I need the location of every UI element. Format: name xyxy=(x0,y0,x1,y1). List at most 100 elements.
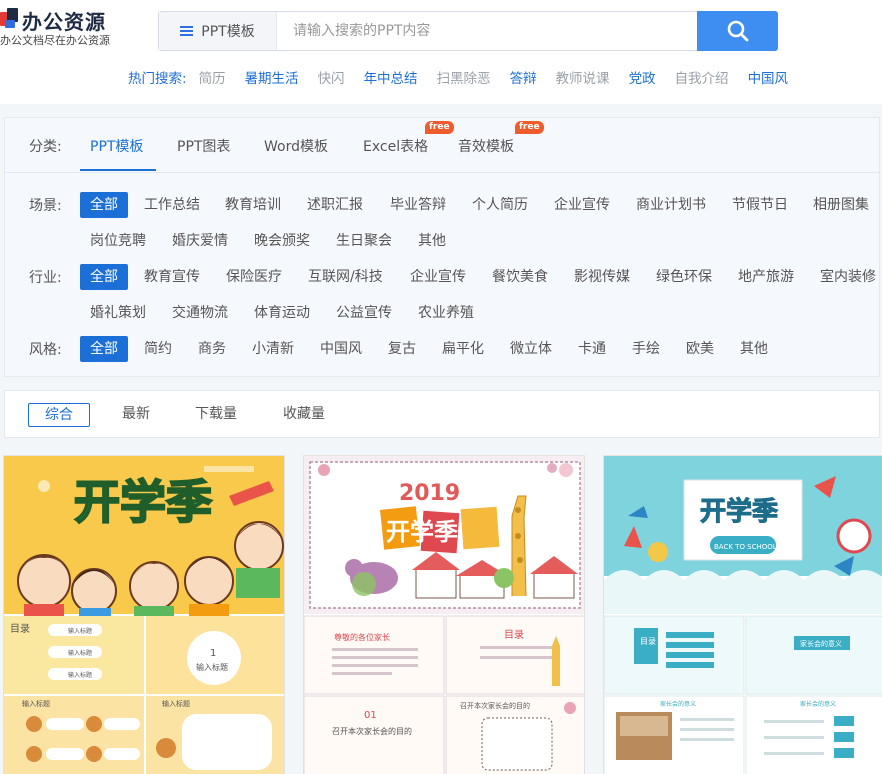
hot-search-link[interactable]: 扫黑除恶 xyxy=(437,67,491,87)
scene-chip[interactable]: 节假节日 xyxy=(732,192,788,218)
scene-chip[interactable]: 其他 xyxy=(418,228,446,254)
scene-chip[interactable]: 岗位竞聘 xyxy=(90,228,146,254)
hot-search-link[interactable]: 自我介绍 xyxy=(675,67,729,87)
industry-chip[interactable]: 婚礼策划 xyxy=(90,300,146,326)
tab-sound-template[interactable]: 音效模板 xyxy=(458,136,514,156)
industry-chip[interactable]: 影视传媒 xyxy=(574,264,630,290)
slide-section: 输入标题 xyxy=(22,699,50,708)
hot-search-link[interactable]: 教师说课 xyxy=(556,67,610,87)
slide-meaning: 家长会的意义 xyxy=(660,700,696,708)
tab-excel-table[interactable]: Excel表格 xyxy=(363,136,428,156)
style-chip[interactable]: 简约 xyxy=(144,336,172,362)
scene-chip[interactable]: 晚会颁奖 xyxy=(254,228,310,254)
search-button[interactable] xyxy=(697,11,778,51)
active-tab-underline xyxy=(80,169,156,171)
scene-chip-all[interactable]: 全部 xyxy=(80,192,128,218)
logo-mark-icon xyxy=(0,8,18,30)
industry-chip[interactable]: 互联网/科技 xyxy=(308,264,383,290)
free-badge: free xyxy=(515,121,544,134)
hot-search-link[interactable]: 答辩 xyxy=(510,67,537,87)
style-chip[interactable]: 其他 xyxy=(740,336,768,362)
tab-ppt-template[interactable]: PPT模板 xyxy=(90,136,143,156)
search-type-label: PPT模板 xyxy=(201,24,255,40)
style-chip[interactable]: 商务 xyxy=(198,336,226,362)
slide-toc-item: 输入标题 xyxy=(68,649,92,657)
slide-meeting: 召开本次家长会的目的 xyxy=(460,701,530,710)
scene-chip[interactable]: 相册图集 xyxy=(813,192,869,218)
style-chip[interactable]: 手绘 xyxy=(632,336,660,362)
slide-greeting: 尊敬的各位家长 xyxy=(334,632,390,642)
scene-chip[interactable]: 毕业答辩 xyxy=(390,192,446,218)
industry-chip[interactable]: 餐饮美食 xyxy=(492,264,548,290)
hot-search: 热门搜索: 简历 暑期生活 快闪 年中总结 扫黑除恶 答辩 教师说课 党政 自我… xyxy=(128,66,807,88)
slide-number: 1 xyxy=(210,648,216,659)
industry-label: 行业: xyxy=(29,270,62,286)
free-badge: free xyxy=(425,121,454,134)
industry-chip[interactable]: 交通物流 xyxy=(172,300,228,326)
sort-newest[interactable]: 最新 xyxy=(122,403,150,427)
site-header: 办公资源 办公文档尽在办公资源 PPT模板 热门搜索: 简历 暑期生活 快闪 年… xyxy=(0,0,882,104)
style-chip-all[interactable]: 全部 xyxy=(80,336,128,362)
scene-chip[interactable]: 工作总结 xyxy=(144,192,200,218)
brand-slogan: 办公文档尽在办公资源 xyxy=(0,34,110,47)
slide-meeting: 召开本次家长会的目的 xyxy=(332,726,412,736)
category-label: 分类: xyxy=(29,139,62,155)
template-card[interactable]: 开学季 BACK TO SCHOOL 目录 家长会的意义 家长会的意义 家长会的… xyxy=(603,455,882,774)
industry-chip[interactable]: 地产旅游 xyxy=(738,264,794,290)
scene-chip[interactable]: 述职汇报 xyxy=(307,192,363,218)
sort-downloads[interactable]: 下载量 xyxy=(195,403,237,427)
card-title: 开学季 xyxy=(386,518,458,546)
style-chip[interactable]: 扁平化 xyxy=(442,336,484,362)
industry-chip[interactable]: 体育运动 xyxy=(254,300,310,326)
industry-chip-all[interactable]: 全部 xyxy=(80,264,128,290)
scene-chip[interactable]: 婚庆爱情 xyxy=(172,228,228,254)
template-card[interactable]: 开学季 目录 输入标题 输入标题 输入标题 1 输入标题 输入标题 输入标题 xyxy=(3,455,285,774)
hot-search-link[interactable]: 年中总结 xyxy=(364,67,418,87)
industry-chip[interactable]: 绿色环保 xyxy=(656,264,712,290)
hot-search-label: 热门搜索: xyxy=(128,71,187,87)
sort-comprehensive[interactable]: 综合 xyxy=(28,403,90,427)
industry-chip[interactable]: 保险医疗 xyxy=(226,264,282,290)
industry-chip[interactable]: 教育宣传 xyxy=(144,264,200,290)
hot-search-link[interactable]: 快闪 xyxy=(318,67,345,87)
card-title: 开学季 xyxy=(74,475,212,529)
style-chip[interactable]: 欧美 xyxy=(686,336,714,362)
scene-chip[interactable]: 企业宣传 xyxy=(554,192,610,218)
tab-ppt-chart[interactable]: PPT图表 xyxy=(177,136,230,156)
hot-search-link[interactable]: 中国风 xyxy=(748,67,789,87)
style-chip[interactable]: 中国风 xyxy=(320,336,362,362)
hot-search-link[interactable]: 简历 xyxy=(199,67,226,87)
style-chip[interactable]: 小清新 xyxy=(252,336,294,362)
search-bar: PPT模板 xyxy=(158,11,778,51)
site-logo[interactable]: 办公资源 办公文档尽在办公资源 xyxy=(0,6,110,50)
industry-chip[interactable]: 室内装修 xyxy=(820,264,876,290)
hot-search-link[interactable]: 党政 xyxy=(629,67,656,87)
style-chip[interactable]: 微立体 xyxy=(510,336,552,362)
divider xyxy=(5,172,879,173)
slide-number: 01 xyxy=(364,710,377,721)
industry-chip[interactable]: 公益宣传 xyxy=(336,300,392,326)
scene-chip[interactable]: 生日聚会 xyxy=(336,228,392,254)
search-icon xyxy=(727,20,748,42)
scene-chip[interactable]: 教育培训 xyxy=(225,192,281,218)
slide-toc-item: 输入标题 xyxy=(68,627,92,635)
slide-meaning: 家长会的意义 xyxy=(800,700,836,708)
style-chip[interactable]: 卡通 xyxy=(578,336,606,362)
sort-favorites[interactable]: 收藏量 xyxy=(283,403,325,427)
slide-toc: 目录 xyxy=(504,629,524,641)
template-card[interactable]: 2019 开学季 尊敬的各位家长 目录 01 召开本次家长会的目的 召开本次家长… xyxy=(303,455,585,774)
template-thumbnail: 开学季 BACK TO SCHOOL 目录 家长会的意义 家长会的意义 家长会的… xyxy=(604,456,882,774)
scene-chip[interactable]: 个人简历 xyxy=(472,192,528,218)
industry-chip[interactable]: 农业养殖 xyxy=(418,300,474,326)
slide-section: 输入标题 xyxy=(162,699,190,708)
hot-search-link[interactable]: 暑期生活 xyxy=(245,67,299,87)
slide-number-caption: 输入标题 xyxy=(196,662,228,672)
scene-chip[interactable]: 商业计划书 xyxy=(636,192,706,218)
search-input[interactable] xyxy=(283,12,695,50)
tab-word-template[interactable]: Word模板 xyxy=(264,136,328,156)
search-type-dropdown[interactable]: PPT模板 xyxy=(159,12,277,50)
industry-chip[interactable]: 企业宣传 xyxy=(410,264,466,290)
scene-label: 场景: xyxy=(29,198,62,214)
style-chip[interactable]: 复古 xyxy=(388,336,416,362)
slide-toc: 目录 xyxy=(10,623,30,635)
